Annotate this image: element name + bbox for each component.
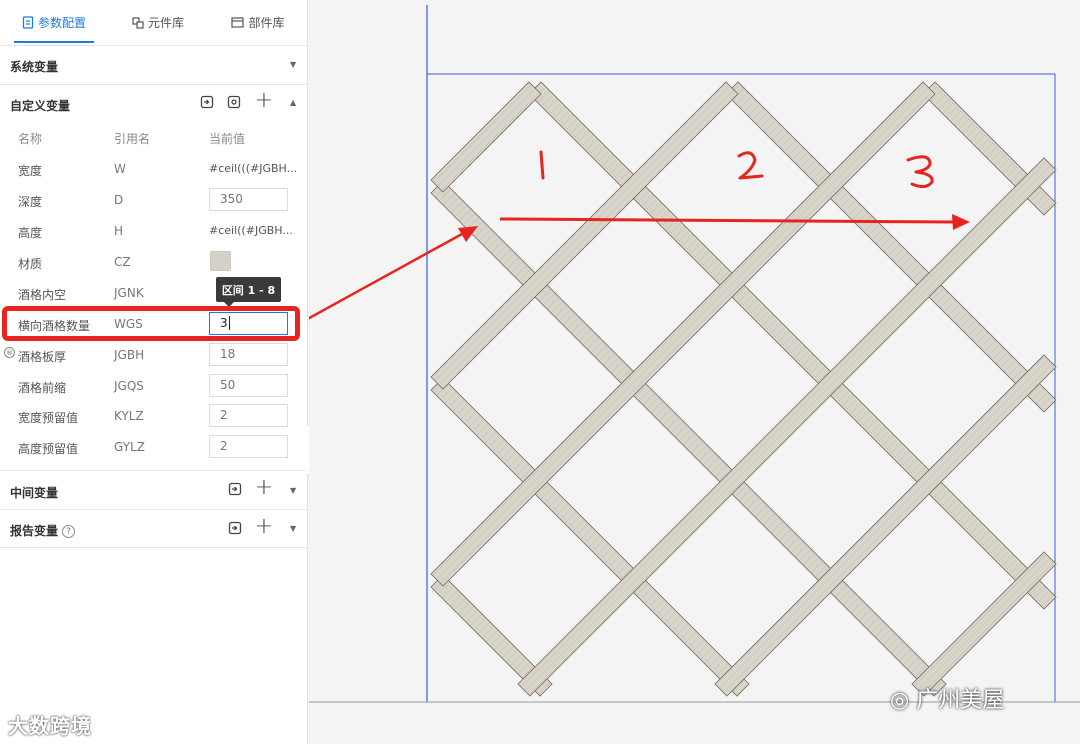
box-icon bbox=[231, 17, 245, 28]
column-header-ref: 引用名 bbox=[114, 132, 151, 146]
variable-name: 酒格板厚 bbox=[18, 350, 67, 364]
variable-ref: KYLZ bbox=[114, 409, 144, 423]
variable-ref: JGNK bbox=[114, 286, 144, 300]
components-icon bbox=[132, 16, 144, 29]
annotation-horizontal-arrow bbox=[499, 217, 956, 224]
variable-row-material: 材质 CZ bbox=[0, 247, 308, 277]
lattice-board bbox=[430, 180, 947, 697]
variable-name: 宽度 bbox=[18, 164, 43, 178]
design-canvas[interactable]: ◎ 广州美屋 bbox=[309, 0, 1080, 744]
variable-name: 深度 bbox=[18, 195, 43, 209]
chevron-up-icon[interactable]: ▲ bbox=[290, 98, 296, 107]
import-icon[interactable] bbox=[227, 520, 243, 536]
variable-name: 高度预留值 bbox=[18, 442, 79, 456]
variable-name: 酒格内空 bbox=[18, 288, 67, 302]
chevron-down-icon[interactable]: ▼ bbox=[290, 60, 296, 69]
column-header-value: 当前值 bbox=[209, 132, 246, 146]
add-variable-icon[interactable]: + bbox=[254, 477, 274, 499]
variable-value-input[interactable]: 2 bbox=[209, 404, 288, 427]
wine-rack-drawing bbox=[309, 5, 1080, 703]
watermark-left: 大数跨境 bbox=[8, 714, 92, 738]
lattice-board bbox=[922, 81, 1057, 216]
chevron-down-icon[interactable]: ▼ bbox=[290, 486, 296, 495]
highlight-box bbox=[2, 306, 300, 341]
variable-value-input[interactable]: 350 bbox=[209, 188, 288, 211]
variable-row-front-inset: 酒格前缩 JGQS 50 bbox=[0, 371, 308, 401]
help-icon[interactable]: ? bbox=[62, 525, 76, 538]
section-title: 系统变量 bbox=[10, 60, 59, 74]
info-icon: ® bbox=[4, 347, 15, 358]
tab-part-library[interactable]: 部件库 bbox=[218, 0, 298, 45]
variable-value[interactable]: #ceil((#JGBH... bbox=[209, 224, 293, 237]
variable-row-depth: 深度 D 350 bbox=[0, 185, 308, 215]
middle-variables-section[interactable]: 中间变量 + ▼ bbox=[0, 470, 308, 509]
section-title: 中间变量 bbox=[10, 486, 59, 500]
variable-value-input[interactable]: 2 bbox=[209, 435, 288, 458]
variable-ref: JGQS bbox=[114, 379, 144, 393]
variable-ref: JGBH bbox=[114, 348, 145, 362]
export-icon[interactable] bbox=[226, 94, 242, 110]
tab-parameter-config[interactable]: 参数配置 bbox=[14, 0, 94, 45]
panel-tabs: 参数配置 元件库 部件库 bbox=[0, 0, 308, 45]
tab-label: 元件库 bbox=[147, 16, 184, 30]
report-variables-section[interactable]: 报告变量? + ▼ bbox=[0, 509, 308, 548]
tab-component-library[interactable]: 元件库 bbox=[118, 0, 198, 45]
variable-row-height: 高度 H #ceil((#JGBH... bbox=[0, 216, 308, 246]
variable-name: 材质 bbox=[18, 257, 43, 271]
import-icon[interactable] bbox=[227, 481, 243, 497]
variable-ref: D bbox=[114, 193, 124, 207]
arrow-head bbox=[952, 214, 970, 230]
variable-value[interactable]: #ceil(((#JGBH... bbox=[209, 162, 297, 175]
annotation-number-1 bbox=[539, 150, 545, 180]
section-title: 自定义变量 bbox=[10, 99, 71, 113]
variable-ref: W bbox=[114, 162, 126, 176]
annotation-number-3 bbox=[906, 155, 934, 189]
section-title: 报告变量? bbox=[10, 522, 76, 539]
watermark-right: ◎ 广州美屋 bbox=[890, 688, 1005, 713]
tab-label: 参数配置 bbox=[37, 16, 86, 30]
lattice-board bbox=[430, 81, 542, 193]
variable-ref: GYLZ bbox=[114, 440, 145, 454]
variable-name: 宽度预留值 bbox=[18, 411, 79, 425]
variable-row-width: 宽度 W #ceil(((#JGBH... bbox=[0, 154, 308, 184]
document-icon bbox=[22, 16, 34, 29]
parameter-panel: 参数配置 元件库 部件库 系统变量 ▼ 自定义变量 + ▲ 名称 引用名 当前值… bbox=[0, 0, 308, 744]
variable-row-height-reserve: 高度预留值 GYLZ 2 bbox=[0, 432, 308, 462]
annotation-number-2 bbox=[737, 151, 764, 180]
material-swatch[interactable] bbox=[210, 251, 231, 271]
column-header-name: 名称 bbox=[18, 132, 43, 146]
variable-row-width-reserve: 宽度预留值 KYLZ 2 bbox=[0, 401, 308, 431]
lattice-board bbox=[430, 81, 936, 587]
tab-label: 部件库 bbox=[248, 16, 285, 30]
chevron-down-icon[interactable]: ▼ bbox=[290, 524, 296, 533]
variable-ref: CZ bbox=[114, 255, 131, 269]
variable-name: 酒格前缩 bbox=[18, 381, 67, 395]
lattice-board bbox=[911, 551, 1057, 697]
annotation-pointer-arrow bbox=[309, 232, 463, 320]
variable-value-input[interactable]: 18 bbox=[209, 343, 288, 366]
variable-value-input[interactable]: 50 bbox=[209, 374, 288, 397]
range-tooltip: 区间 1 - 8 bbox=[216, 277, 281, 307]
add-variable-icon[interactable]: + bbox=[254, 90, 274, 112]
add-variable-icon[interactable]: + bbox=[254, 516, 274, 538]
variable-row-board-thickness: 酒格板厚 JGBH 18 bbox=[0, 340, 308, 370]
active-tab-indicator bbox=[14, 41, 94, 43]
variable-ref: H bbox=[114, 224, 124, 238]
system-variables-section[interactable]: 系统变量 ▼ bbox=[0, 45, 308, 84]
variable-name: 高度 bbox=[18, 226, 43, 240]
import-icon[interactable] bbox=[199, 94, 215, 110]
